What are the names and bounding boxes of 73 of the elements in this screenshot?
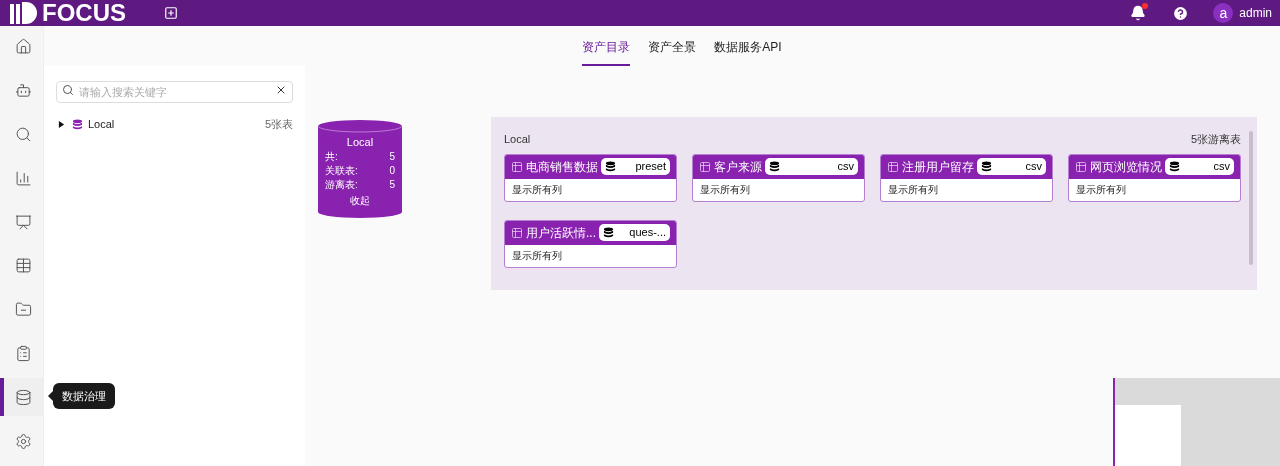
floating-table-count: 5张游离表 (1190, 132, 1241, 147)
database-icon (15, 388, 32, 406)
robot-icon (15, 82, 32, 100)
grid-icon (15, 257, 32, 275)
table-icon (887, 160, 899, 173)
table-name: 注册用户留存 (902, 158, 974, 176)
show-columns-link[interactable]: 显示所有列 (1069, 178, 1240, 201)
table-name: 网页浏览情况 (1090, 158, 1162, 176)
tree-item[interactable]: Local 5张表 (56, 115, 293, 133)
table-icon (699, 160, 711, 173)
table-card[interactable]: 电商销售数据 preset 显示所有列 (504, 153, 677, 202)
source-type: ques-... (629, 225, 666, 241)
tooltip: 数据治理 (53, 383, 115, 409)
logo-text: FOCUS (42, 1, 126, 25)
source-title: Local (345, 135, 375, 149)
scrollbar[interactable] (1249, 131, 1253, 265)
help-icon[interactable] (1172, 4, 1190, 22)
clear-icon[interactable] (275, 84, 287, 96)
stat-label: 共: (325, 150, 338, 163)
show-columns-link[interactable]: 显示所有列 (693, 178, 864, 201)
collapse-link[interactable]: 收起 (325, 194, 395, 207)
sidebar-item[interactable] (0, 378, 43, 417)
presentation-icon (15, 213, 32, 231)
cylinder-drawing[interactable] (318, 120, 402, 218)
tab[interactable]: 资产全景 (648, 38, 697, 66)
logo-icon (10, 2, 38, 24)
database-icon (981, 161, 992, 172)
search-field[interactable]: 请输入搜索关键字 (56, 81, 293, 103)
tree-label: Local (88, 116, 115, 132)
preview-card (1115, 405, 1181, 466)
database-icon (605, 161, 616, 172)
table-name: 客户来源 (714, 158, 762, 176)
tab[interactable]: 数据服务API (714, 38, 782, 66)
table-icon (511, 226, 523, 239)
table-icon (1075, 160, 1087, 173)
table-name: 用户活跃情... (526, 224, 596, 242)
show-columns-link[interactable]: 显示所有列 (505, 178, 676, 201)
table-icon (511, 160, 523, 173)
search-icon (62, 84, 74, 96)
show-columns-link[interactable]: 显示所有列 (881, 178, 1052, 201)
source-type: csv (1025, 159, 1042, 175)
database-icon (72, 118, 83, 130)
tab[interactable]: 资产目录 (582, 38, 631, 66)
stat-value: 0 (389, 164, 395, 177)
panel-title: Local (504, 132, 531, 147)
table-card[interactable]: 网页浏览情况 csv 显示所有列 (1068, 153, 1241, 202)
source-type: csv (837, 159, 854, 175)
folder-icon (15, 301, 32, 319)
clipboard-icon (15, 344, 32, 362)
table-count: 5张表 (264, 116, 293, 132)
source-type: preset (635, 159, 666, 175)
user-name[interactable]: admin (1239, 4, 1272, 22)
add-tab-icon[interactable] (164, 6, 178, 20)
user-avatar[interactable]: a (1213, 3, 1234, 23)
table-card[interactable]: 用户活跃情... ques-... 显示所有列 (504, 219, 677, 268)
settings-icon (15, 432, 32, 450)
database-icon (603, 227, 614, 238)
home-icon (15, 38, 32, 56)
table-card[interactable]: 客户来源 csv 显示所有列 (692, 153, 865, 202)
database-icon (1169, 161, 1180, 172)
table-name: 电商销售数据 (526, 158, 598, 176)
source-type: csv (1213, 159, 1230, 175)
search-icon (15, 126, 32, 143)
stat-value: 5 (389, 150, 395, 163)
stat-label: 关联表: (325, 164, 358, 177)
show-columns-link[interactable]: 显示所有列 (505, 244, 676, 267)
caret-right-icon[interactable] (58, 120, 65, 128)
stat-label: 游离表: (325, 178, 358, 191)
table-card[interactable]: 注册用户留存 csv 显示所有列 (880, 153, 1053, 202)
stat-value: 5 (389, 178, 395, 191)
notification-icon[interactable] (1130, 5, 1147, 21)
bar-chart-icon (15, 169, 32, 187)
database-icon (769, 161, 780, 172)
